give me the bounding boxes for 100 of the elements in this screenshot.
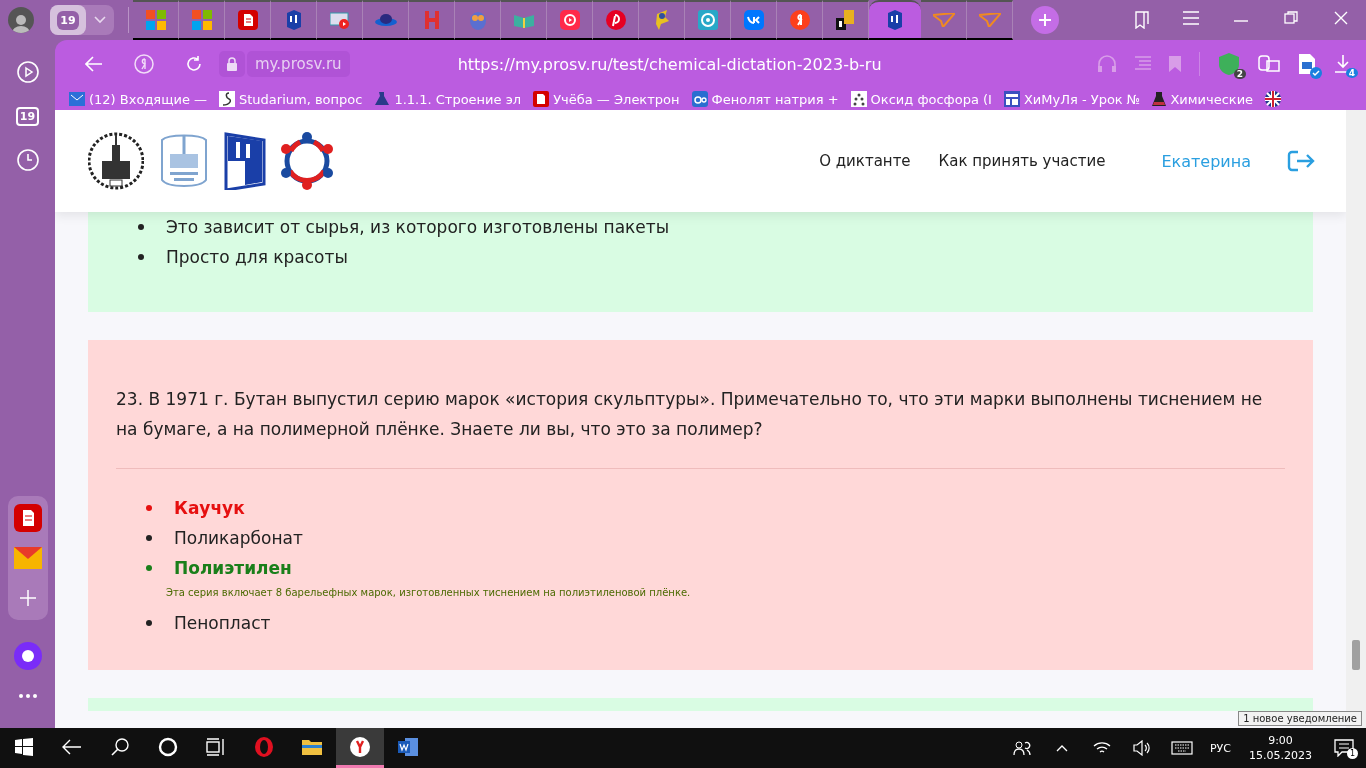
paper-plane-icon [978,13,1001,27]
bookmark[interactable]: Химические [1152,91,1254,107]
nav-link[interactable]: О диктанте [819,152,911,170]
close-icon[interactable] [1334,11,1348,25]
nav-link[interactable]: Как принять участие [938,152,1106,170]
cortana-icon[interactable] [158,736,178,757]
chevron-up-icon[interactable] [1056,744,1068,752]
address-field[interactable]: https://my.prosv.ru/test/chemical-dictation-2023-b-ru [457,54,882,74]
vk-icon [743,10,764,30]
swan-icon [219,91,235,107]
assistant-icon[interactable] [13,642,42,670]
check-badge-icon [1310,67,1322,79]
answer-option: Поликарбонат [174,525,303,551]
answer-option: Просто для красоты [166,244,348,270]
flask-icon [374,91,391,107]
hexagon-logo-icon [280,131,334,191]
lock-icon[interactable] [219,51,245,77]
books-icon [835,10,856,30]
answer-option: Это зависит от сырья, из которого изготовлены пакеты [166,214,670,240]
image-file-icon[interactable] [1298,53,1316,75]
volume-icon[interactable] [1133,740,1151,756]
bookmark[interactable]: Фенолят натрия + [691,91,839,107]
paper-plane-icon [932,13,955,27]
badge-count: 4 [1345,68,1358,78]
clock-icon[interactable] [16,149,39,171]
plus-icon[interactable] [18,589,37,607]
people-icon[interactable] [1013,739,1031,757]
pin-icon [605,10,626,30]
molecule-icon [850,91,867,107]
opera-icon [253,735,275,758]
answer-option: Полиэтилен [174,555,292,581]
bullet-icon [146,620,152,626]
mail-icon [69,92,85,106]
bookmark[interactable]: Учёба — Электрон [533,91,680,107]
shield-icon [887,10,903,30]
university-emblem-icon [88,131,144,191]
circle-logo-icon [789,10,810,30]
windows-squares-icon [145,10,166,30]
bookmark[interactable]: Оксид фосфора (I [850,91,992,107]
bookmark[interactable]: ХиМуЛя - Урок № [1003,91,1141,107]
plus-icon [1038,13,1052,27]
menu-icon[interactable] [1183,11,1199,25]
yandex-circle-icon[interactable] [134,54,154,74]
tab-count[interactable]: 19 [15,106,40,126]
collections-icon[interactable] [1132,11,1150,29]
layout-icon [1003,91,1020,107]
bookmark[interactable]: (12) Входящие — [69,91,207,107]
windows-squares-icon [191,10,212,30]
user-name-link[interactable]: Екатерина [1161,151,1251,171]
saucer-icon [374,13,397,27]
tooltip: 1 новое уведомление [1238,711,1362,726]
taskbar-app[interactable] [336,728,384,768]
answer-option: Пенопласт [174,610,271,636]
document-icon[interactable] [13,504,42,532]
keyboard-icon[interactable] [1171,741,1193,755]
word-icon [397,735,419,758]
bars-logo-icon [423,11,440,29]
video-icon [329,11,350,29]
flask-icon [1152,91,1167,107]
badge-count: 2 [1233,69,1246,79]
owl-icon [467,10,488,30]
document-icon [237,10,258,30]
back-icon[interactable] [62,738,82,755]
task-view-icon[interactable] [206,737,226,756]
faculty-emblem-icon [158,132,210,190]
restore-icon[interactable] [1284,11,1298,25]
windows-logo-icon [15,737,33,756]
more-icon[interactable] [17,693,38,699]
bullet-icon [138,224,144,230]
clock-time[interactable]: 9:00 [1268,733,1293,748]
shield-logo-icon [224,132,266,190]
bookmark[interactable]: Studarium, вопрос [219,91,363,107]
bullet-icon [146,535,152,541]
notification-icon[interactable] [1334,739,1354,757]
notification-count: 1 [1347,748,1358,759]
speaker-icon [697,10,718,30]
clock-date[interactable]: 15.05.2023 [1249,748,1312,763]
answer-option: Каучук [174,495,245,521]
bullet-icon [146,505,152,511]
language-indicator[interactable]: РУС [1202,741,1239,755]
shield-icon [285,10,302,30]
bookmark[interactable]: 1.1.1. Строение эл [374,91,522,107]
bullet-icon [146,565,152,571]
logout-icon[interactable] [1287,150,1315,172]
search-icon[interactable] [111,737,129,756]
screenshot-icon[interactable] [1258,53,1280,75]
tab-count[interactable]: 19 [57,10,79,30]
document-icon [533,91,550,107]
reload-icon[interactable] [185,55,203,73]
new-tab-button[interactable] [1031,6,1059,34]
yandex-browser-icon [349,735,371,758]
play-icon [559,10,580,30]
question-text: 23. В 1971 г. Бутан выпустил серию марок «история скульптуры». Примечательно то, что эти марки выполнены тиснением не на бумаге, а на полимерной плёнке. Знаете ли вы, что это за полимер? [116,384,1285,469]
scrollbar-thumb[interactable] [1352,640,1360,670]
bullet-icon [138,254,144,260]
avatar[interactable] [8,7,34,33]
domain-label[interactable]: my.prosv.ru [247,51,350,77]
play-icon[interactable] [16,61,39,83]
book-icon [512,12,535,28]
answer-explanation: Эта серия включает 8 барельефных марок, изготовленных тиснением на полиэтиленовой плёнке. [166,587,692,598]
